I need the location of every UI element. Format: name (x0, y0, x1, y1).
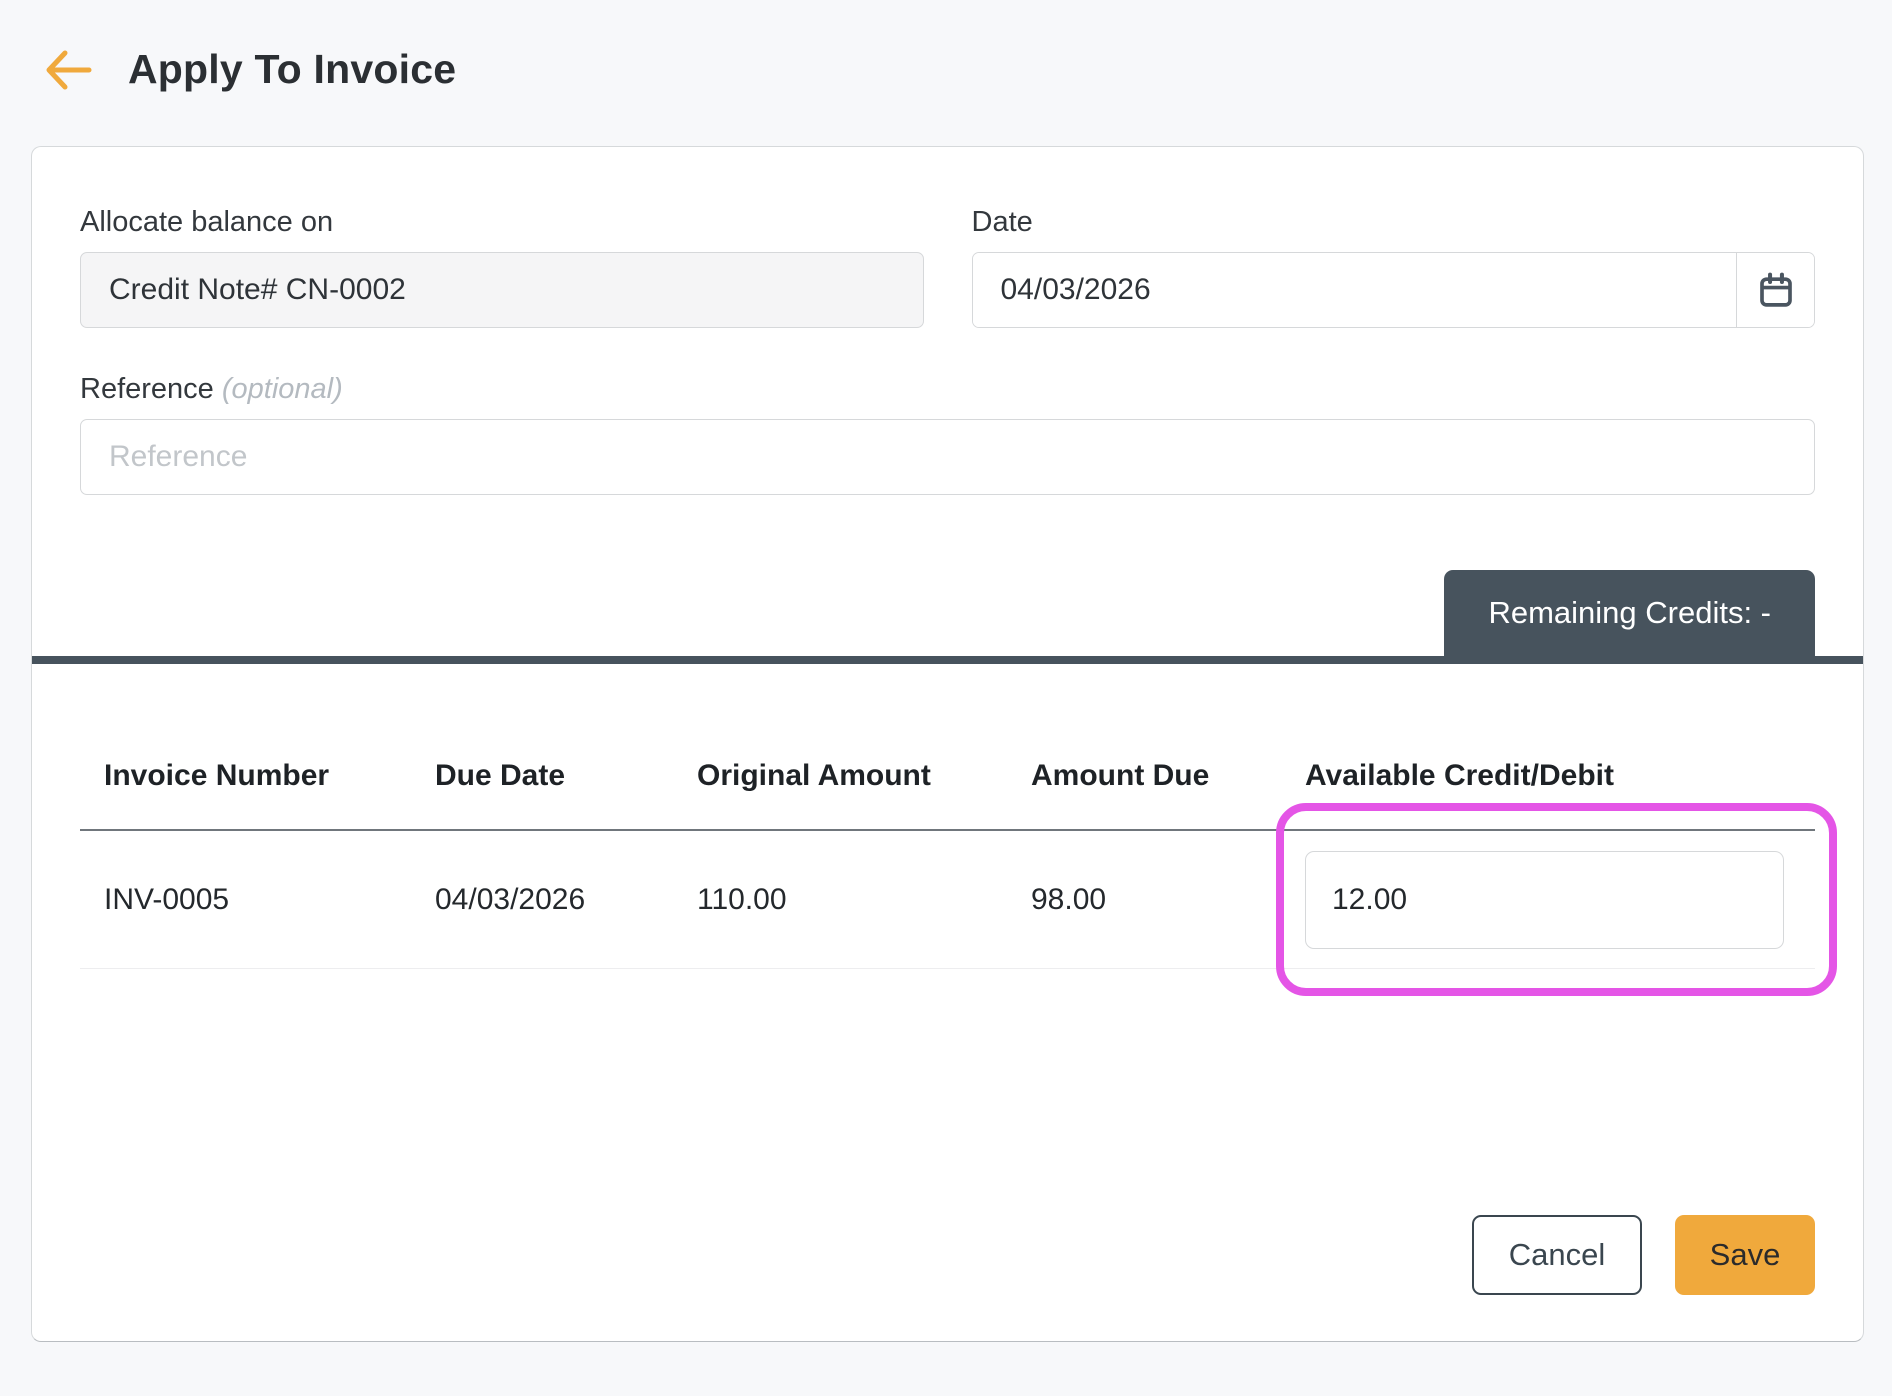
allocate-field: Allocate balance on (80, 205, 924, 328)
date-input[interactable] (972, 253, 1736, 327)
page: Apply To Invoice Allocate balance on Dat… (0, 0, 1892, 1396)
date-input-group (971, 252, 1815, 328)
col-header-amount-due: Amount Due (1031, 759, 1210, 792)
reference-input[interactable] (80, 419, 1815, 495)
back-button[interactable] (40, 46, 96, 94)
available-credit-input[interactable] (1305, 851, 1784, 949)
date-field: Date (971, 205, 1815, 328)
cell-due-date: 04/03/2026 (435, 882, 586, 916)
calendar-icon (1759, 272, 1792, 307)
reference-field: Reference (optional) (80, 372, 1815, 495)
allocate-input (80, 252, 924, 328)
cell-amount-due: 98.00 (1031, 882, 1107, 916)
reference-optional-label: (optional) (221, 373, 343, 405)
invoice-table: Invoice Number Due Date Original Amount … (32, 664, 1863, 1341)
page-header: Apply To Invoice (0, 0, 1892, 146)
col-header-invoice-number: Invoice Number (104, 759, 330, 792)
arrow-left-icon (46, 50, 92, 90)
form-area: Allocate balance on Date (32, 147, 1863, 656)
table-row: INV-0005 04/03/2026 110.00 98.00 (80, 803, 1837, 996)
allocate-label: Allocate balance on (80, 206, 334, 238)
table-header-row: Invoice Number Due Date Original Amount … (80, 664, 1815, 831)
col-header-available-credit: Available Credit/Debit (1305, 759, 1614, 792)
action-buttons: Cancel Save (80, 1215, 1815, 1341)
save-button[interactable]: Save (1675, 1215, 1815, 1295)
remaining-credits-badge: Remaining Credits: - (1444, 570, 1815, 656)
reference-label-row: Reference (optional) (80, 372, 1815, 406)
cell-original-amount: 110.00 (697, 882, 787, 916)
col-header-due-date: Due Date (435, 759, 566, 792)
cancel-button[interactable]: Cancel (1472, 1215, 1642, 1295)
reference-label: Reference (80, 373, 214, 405)
col-header-original-amount: Original Amount (697, 759, 931, 792)
page-title: Apply To Invoice (128, 45, 457, 92)
section-divider (32, 656, 1863, 664)
cell-available-credit (1276, 803, 1837, 996)
cell-invoice-number: INV-0005 (104, 882, 230, 916)
date-picker-button[interactable] (1736, 253, 1814, 327)
apply-to-invoice-card: Allocate balance on Date (31, 146, 1864, 1342)
date-label: Date (971, 206, 1033, 238)
